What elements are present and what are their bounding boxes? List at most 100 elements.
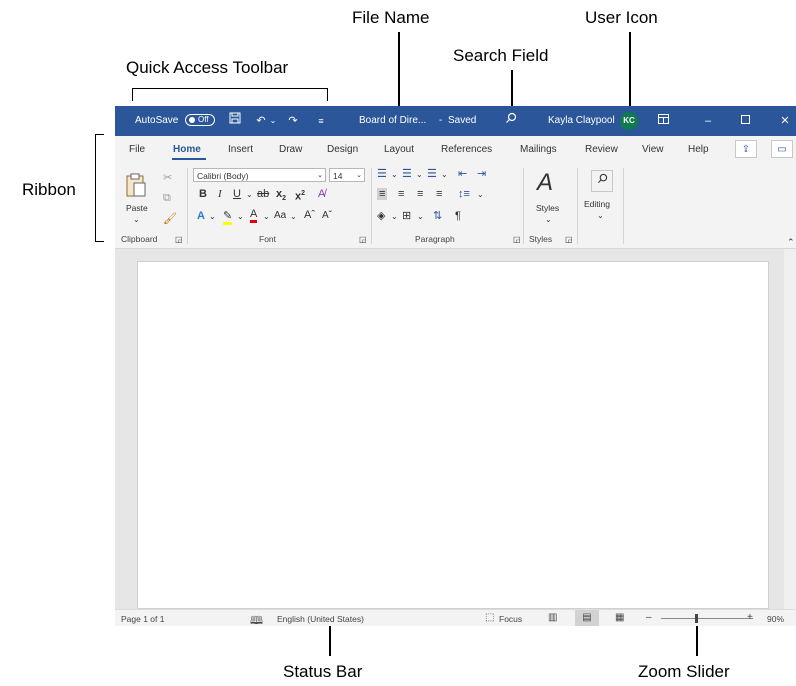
focus-label[interactable]: Focus (499, 614, 522, 624)
tab-home[interactable]: Home (173, 144, 201, 155)
line-spacing-icon[interactable]: ↕≡ (458, 188, 470, 200)
highlight-icon[interactable]: ✎ (223, 210, 233, 225)
font-color-icon[interactable]: A (250, 208, 258, 223)
align-center-icon[interactable]: ≡ (398, 188, 404, 200)
minimize-icon[interactable]: – (700, 112, 716, 130)
separator (523, 168, 524, 244)
comments-icon[interactable]: ▭ (771, 140, 793, 158)
highlight-dropdown-icon[interactable]: ⌄ (237, 211, 244, 223)
clipboard-launcher-icon[interactable]: ◲ (175, 234, 183, 246)
justify-icon[interactable]: ≡ (436, 188, 442, 200)
numbering-icon[interactable]: ☰ (402, 168, 412, 180)
line-spacing-dropdown-icon[interactable]: ⌄ (477, 189, 484, 201)
clear-formatting-icon[interactable]: A̸ (318, 188, 325, 200)
align-left-icon[interactable]: ≡ (377, 188, 388, 200)
save-icon[interactable] (227, 112, 243, 130)
share-icon[interactable]: ⇪ (735, 140, 757, 158)
editing-search-icon[interactable] (591, 170, 613, 192)
focus-icon[interactable]: ⬚ (485, 612, 494, 623)
borders-icon[interactable]: ⊞ (402, 210, 411, 222)
font-name-combo[interactable]: Calibri (Body) ⌄ (193, 168, 326, 182)
save-status: Saved (448, 115, 477, 126)
tab-file[interactable]: File (129, 144, 145, 155)
vertical-scrollbar[interactable] (784, 249, 796, 609)
paragraph-launcher-icon[interactable]: ◲ (513, 234, 521, 246)
shading-icon[interactable]: ◈ (377, 210, 385, 222)
font-color-dropdown-icon[interactable]: ⌄ (263, 211, 270, 223)
tab-layout[interactable]: Layout (384, 144, 414, 155)
text-effects-dropdown-icon[interactable]: ⌄ (209, 211, 216, 223)
customize-toolbar-icon[interactable]: ≡ (313, 112, 329, 130)
multilevel-list-icon[interactable]: ☰ (427, 168, 437, 180)
tab-references[interactable]: References (441, 144, 492, 155)
numbering-dropdown-icon[interactable]: ⌄ (416, 169, 423, 181)
font-launcher-icon[interactable]: ◲ (359, 234, 367, 246)
tab-draw[interactable]: Draw (279, 144, 302, 155)
multilevel-list-dropdown-icon[interactable]: ⌄ (441, 169, 448, 181)
search-icon[interactable] (503, 112, 519, 130)
align-right-icon[interactable]: ≡ (417, 188, 423, 200)
underline-dropdown-icon[interactable]: ⌄ (246, 189, 253, 201)
collapse-ribbon-icon[interactable]: ⌃ (787, 236, 795, 248)
autosave-toggle[interactable]: Off (185, 114, 215, 126)
zoom-slider-track[interactable] (661, 618, 753, 619)
cut-icon[interactable]: ✂ (163, 172, 172, 184)
paste-label[interactable]: Paste (126, 202, 148, 214)
read-mode-icon[interactable]: ▥ (548, 612, 557, 623)
italic-icon[interactable]: I (218, 188, 222, 200)
grow-font-icon[interactable]: Aˆ (304, 209, 315, 221)
undo-dropdown-icon[interactable]: ⌄ (265, 112, 281, 130)
paste-dropdown-icon[interactable]: ⌄ (133, 214, 140, 226)
text-effects-icon[interactable]: A (197, 210, 205, 222)
web-layout-icon[interactable]: ▦ (615, 612, 624, 623)
change-case-label[interactable]: Aa (274, 210, 286, 222)
increase-indent-icon[interactable]: ⇥ (477, 168, 486, 180)
styles-icon[interactable]: A (537, 170, 553, 196)
paste-icon[interactable] (125, 172, 147, 201)
tab-view[interactable]: View (642, 144, 664, 155)
proofing-icon[interactable]: 🕮 (250, 612, 263, 626)
document-page[interactable] (137, 261, 769, 609)
superscript-icon[interactable]: x2 (295, 188, 305, 203)
show-formatting-marks-icon[interactable]: ¶ (455, 210, 461, 222)
user-name[interactable]: Kayla Claypool (548, 115, 615, 126)
print-layout-icon[interactable]: ▤ (575, 610, 599, 626)
decrease-indent-icon[interactable]: ⇤ (458, 168, 467, 180)
page-count[interactable]: Page 1 of 1 (121, 614, 164, 624)
zoom-slider-thumb[interactable] (695, 614, 698, 623)
styles-dropdown-icon[interactable]: ⌄ (545, 214, 552, 226)
subscript-icon[interactable]: x2 (276, 188, 286, 205)
bold-icon[interactable]: B (199, 188, 207, 200)
zoom-in-button[interactable]: + (747, 612, 753, 623)
font-size-combo[interactable]: 14 ⌄ (329, 168, 365, 182)
editing-label[interactable]: Editing (584, 198, 610, 210)
underline-icon[interactable]: U (233, 188, 241, 200)
editing-dropdown-icon[interactable]: ⌄ (597, 210, 604, 222)
styles-launcher-icon[interactable]: ◲ (565, 234, 573, 246)
redo-icon[interactable]: ↷ (285, 112, 301, 130)
strikethrough-icon[interactable]: ab (257, 188, 269, 200)
change-case-dropdown-icon[interactable]: ⌄ (290, 211, 297, 223)
tab-review[interactable]: Review (585, 144, 618, 155)
language[interactable]: English (United States) (277, 614, 364, 624)
copy-icon[interactable]: ⧉ (163, 192, 171, 204)
tab-help[interactable]: Help (688, 144, 709, 155)
tab-insert[interactable]: Insert (228, 144, 253, 155)
ribbon-display-options-icon[interactable] (655, 112, 671, 130)
bullets-dropdown-icon[interactable]: ⌄ (391, 169, 398, 181)
tab-mailings[interactable]: Mailings (520, 144, 557, 155)
zoom-out-button[interactable]: – (646, 612, 652, 623)
document-name[interactable]: Board of Dire... (359, 115, 426, 126)
zoom-level[interactable]: 90% (767, 614, 784, 624)
user-avatar[interactable]: KC (620, 112, 638, 130)
bullets-icon[interactable]: ☰ (377, 168, 387, 180)
sort-icon[interactable]: ⇅ (433, 210, 442, 222)
maximize-icon[interactable] (737, 112, 753, 130)
borders-dropdown-icon[interactable]: ⌄ (417, 211, 424, 223)
close-icon[interactable]: ✕ (777, 112, 793, 130)
styles-label[interactable]: Styles (536, 202, 559, 214)
format-painter-icon[interactable]: 🖌 (163, 213, 177, 225)
shading-dropdown-icon[interactable]: ⌄ (391, 211, 398, 223)
tab-design[interactable]: Design (327, 144, 358, 155)
shrink-font-icon[interactable]: Aˇ (322, 210, 332, 222)
